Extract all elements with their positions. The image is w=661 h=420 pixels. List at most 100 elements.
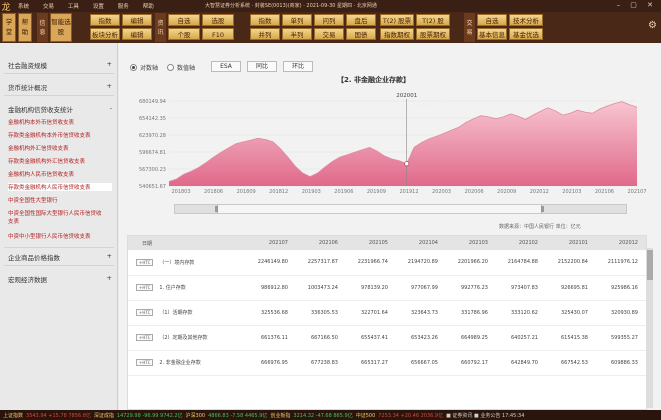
table-header-date: 日期 bbox=[128, 236, 248, 250]
toolbar-index-button[interactable]: 指数 bbox=[90, 14, 120, 26]
highlight-point[interactable] bbox=[404, 161, 410, 167]
scroll-thumb[interactable] bbox=[647, 250, 653, 280]
nav-subitem-5[interactable]: 金融机构人民币信贷收支表 bbox=[8, 170, 112, 178]
row-expand-button[interactable]: +HTC bbox=[136, 334, 154, 341]
mom-button[interactable]: 环比 bbox=[283, 61, 313, 72]
nav-section-price-index[interactable]: 企业商品价格指数 + bbox=[8, 252, 112, 262]
nav-section-macro-data[interactable]: 宏观经济数据 + bbox=[8, 274, 112, 284]
toolbar-edit2-button[interactable]: 编辑 bbox=[122, 28, 152, 40]
main-content: 对数轴 数值轴 ESA 同比 环比 【2. 非金融企业存款】 680149.94… bbox=[119, 43, 661, 410]
nav-section-money-stats[interactable]: 货币统计概况 + bbox=[8, 82, 112, 92]
table-row[interactable]: +HTC （一）境内存款 2246149.80 2257317.87 2231966.7… bbox=[128, 250, 646, 276]
toolbar-help-button[interactable]: 帮助 bbox=[18, 13, 32, 42]
data-source-label: 数据来源：中国人民银行 单位：亿元 bbox=[499, 224, 581, 230]
toolbar-custom-button[interactable]: 自选 bbox=[477, 14, 507, 26]
toolbar-smart-pick-button[interactable]: 智能选股 bbox=[50, 13, 72, 42]
table-cell: 653423.26 bbox=[398, 325, 448, 351]
table-cell: 665317.27 bbox=[348, 350, 398, 376]
menu-item-help[interactable]: 帮助 bbox=[143, 4, 154, 10]
area-chart[interactable]: 680149.94 654142.35 623970.28 596674.81 5673… bbox=[119, 83, 661, 205]
table-cell: 2257317.87 bbox=[298, 250, 348, 276]
status-index-value: 14729.98 -96.99 9742.2亿 bbox=[116, 412, 183, 419]
status-index-name[interactable]: 沪深300 bbox=[186, 412, 206, 419]
table-cell: 677238.83 bbox=[298, 350, 348, 376]
row-name: （一）境内存款 bbox=[159, 259, 195, 266]
row-expand-button[interactable]: +HTC bbox=[136, 359, 154, 366]
table-row[interactable]: +HTC （2）定期及其他存款 661376.11 667166.50 655437.4… bbox=[128, 325, 646, 351]
status-index-name[interactable]: 上证指数 bbox=[3, 412, 23, 419]
nav-section-credit-stats[interactable]: 金融机构信贷收支统计 - bbox=[8, 104, 112, 114]
range-handle-left[interactable] bbox=[215, 206, 218, 212]
nav-section-label: 宏观经济数据 bbox=[8, 276, 47, 284]
toolbar-stock-option-button[interactable]: 股票期权 bbox=[416, 28, 450, 40]
table-row[interactable]: +HTC 2. 非金融企业存款 666976.95 677238.83 665317.2… bbox=[128, 350, 646, 376]
toolbar-parallel-button[interactable]: 并列 bbox=[250, 28, 280, 40]
nav-subitem-6-selected[interactable]: 存款类金融机构人民币信贷收支表 bbox=[8, 183, 112, 191]
table-row[interactable]: +HTC （1）活期存款 325536.68 336305.53 322701.64 32… bbox=[128, 300, 646, 326]
nav-section-social-financing[interactable]: 社会融资规模 + bbox=[8, 60, 112, 70]
toolbar-bond-button[interactable]: 国债 bbox=[346, 28, 376, 40]
x-tick-label: 201903 bbox=[302, 189, 321, 195]
nav-subitem-7[interactable]: 中资全国性大型银行 bbox=[8, 196, 112, 204]
table-cell: 986912.80 bbox=[248, 275, 298, 301]
toolbar-single-col-button[interactable]: 单列 bbox=[282, 14, 312, 26]
toolbar-watchlist-button[interactable]: 自选 bbox=[168, 14, 200, 26]
table-cell: 322701.64 bbox=[348, 300, 398, 326]
toolbar-basic-info-button[interactable]: 基本信息 bbox=[477, 28, 507, 40]
menu-item-settings[interactable]: 设置 bbox=[93, 4, 104, 10]
range-thumb[interactable] bbox=[217, 205, 542, 213]
nav-subitem-2[interactable]: 存款类金融机构本外币信贷收支表 bbox=[8, 131, 112, 139]
toolbar-single-stock-button[interactable]: 个股 bbox=[168, 28, 200, 40]
toolbar-index2-button[interactable]: 指数 bbox=[250, 14, 280, 26]
toolbar-tech-analysis-button[interactable]: 技术分析 bbox=[509, 14, 543, 26]
nav-subitem-3[interactable]: 金融机构外汇信贷收支表 bbox=[8, 144, 112, 152]
menu-item-system[interactable]: 系统 bbox=[18, 4, 29, 10]
nav-subitem-8[interactable]: 中资全国性国际大型银行人民币信贷收支表 bbox=[8, 209, 104, 225]
nav-subitem-1[interactable]: 金融机构本外币信贷收支表 bbox=[8, 118, 112, 126]
table-row[interactable]: +HTC 1. 住户存款 986912.80 1003473.24 978139.20 9… bbox=[128, 275, 646, 301]
esa-button[interactable]: ESA bbox=[211, 61, 241, 72]
toolbar-after-hours-button[interactable]: 盘后 bbox=[346, 14, 376, 26]
toolbar-f10-button[interactable]: F10 bbox=[202, 28, 234, 40]
x-tick-label: 202006 bbox=[465, 189, 484, 195]
row-expand-button[interactable]: +HTC bbox=[136, 258, 154, 266]
toolbar-index-option-button[interactable]: 指数期权 bbox=[380, 28, 414, 40]
expand-icon: + bbox=[106, 60, 112, 68]
toolbar-pick-stock-button[interactable]: 选股 bbox=[202, 14, 234, 26]
table-vertical-scrollbar[interactable] bbox=[647, 248, 653, 408]
menu-item-service[interactable]: 服务 bbox=[118, 4, 129, 10]
radio-log-axis[interactable]: 对数轴 bbox=[130, 63, 158, 72]
status-index-name[interactable]: 创业板指 bbox=[270, 412, 290, 419]
toolbar-t2-share-button[interactable]: T(2) 股 bbox=[416, 14, 450, 26]
table-header-period: 202101 bbox=[548, 236, 598, 250]
table-cell: 320930.89 bbox=[598, 300, 646, 326]
radio-unchecked-icon bbox=[167, 64, 174, 71]
toolbar-trade-button[interactable]: 交易 bbox=[314, 28, 344, 40]
yoy-button[interactable]: 同比 bbox=[247, 61, 277, 72]
table-cell: 323643.73 bbox=[398, 300, 448, 326]
radio-value-axis[interactable]: 数值轴 bbox=[167, 63, 195, 72]
nav-subitem-4[interactable]: 存款类金融机构外汇信贷收支表 bbox=[8, 157, 112, 165]
toolbar-ask-col-button[interactable]: 问列 bbox=[314, 14, 344, 26]
window-controls[interactable]: – ▢ ✕ bbox=[617, 1, 657, 9]
menu-item-tools[interactable]: 工具 bbox=[68, 4, 79, 10]
row-expand-button[interactable]: +HTC bbox=[136, 284, 154, 291]
toolbar-edit-button[interactable]: 编辑 bbox=[122, 14, 152, 26]
toolbar-sector-button[interactable]: 板块分析 bbox=[90, 28, 120, 40]
row-expand-button[interactable]: +HTC bbox=[136, 309, 154, 316]
settings-gear-icon[interactable]: ⚙ bbox=[648, 20, 657, 31]
range-handle-right[interactable] bbox=[541, 206, 544, 212]
nav-subitem-9[interactable]: 中资中小型银行人民币信贷收支表 bbox=[8, 232, 112, 240]
status-index-name[interactable]: 深证成指 bbox=[94, 412, 114, 419]
table-cell: 977067.99 bbox=[398, 275, 448, 301]
table-cell: 2111976.12 bbox=[598, 250, 646, 276]
toolbar-t2-stock-button[interactable]: T(2) 股票 bbox=[380, 14, 414, 26]
menu-item-trade[interactable]: 交易 bbox=[43, 4, 54, 10]
toolbar-half-col-button[interactable]: 半列 bbox=[282, 28, 312, 40]
toolbar-fund-pick-button[interactable]: 基金优选 bbox=[509, 28, 543, 40]
chart-range-scrollbar[interactable] bbox=[174, 204, 627, 214]
status-index-name[interactable]: 中证500 bbox=[356, 412, 376, 419]
x-tick-label: 202106 bbox=[595, 189, 614, 195]
status-index-value: 3214.32 -47.68 865.9亿 bbox=[293, 412, 353, 419]
toolbar-school-button[interactable]: 学堂 bbox=[2, 13, 16, 42]
